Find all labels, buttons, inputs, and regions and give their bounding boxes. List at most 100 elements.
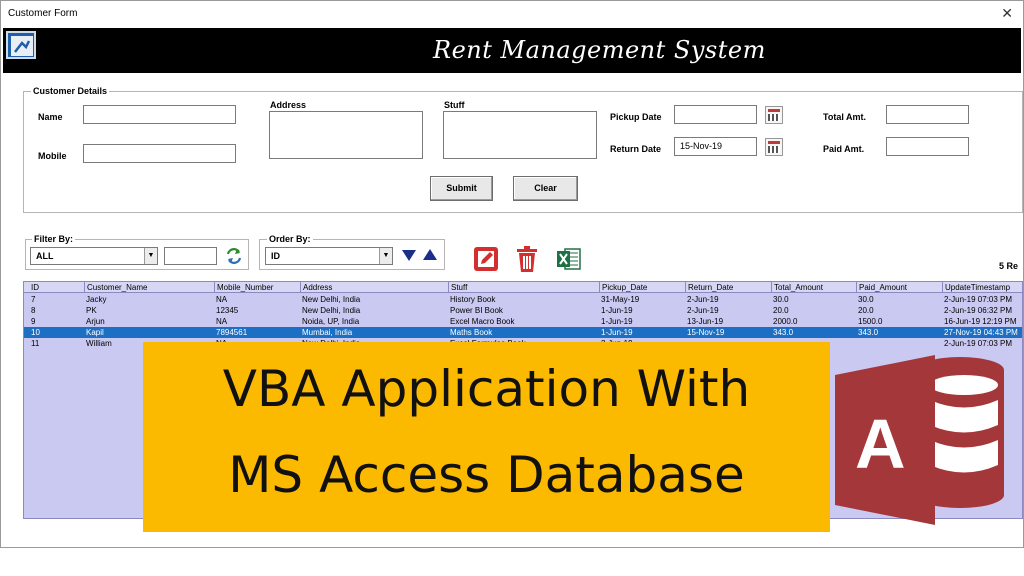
table-cell: 7 — [31, 295, 36, 304]
promo-banner: VBA Application With MS Access Database — [143, 342, 830, 532]
table-cell: Kapil — [86, 328, 104, 337]
filter-search-field[interactable] — [164, 247, 217, 265]
table-cell: 30.0 — [858, 295, 874, 304]
return-calendar-icon[interactable] — [765, 138, 783, 156]
name-field[interactable] — [83, 105, 236, 124]
return-date-label: Return Date — [610, 144, 662, 154]
excel-icon[interactable] — [556, 246, 582, 272]
table-row-selected[interactable]: 10 Kapil 7894561 Mumbai, India Maths Boo… — [24, 327, 1022, 338]
table-cell: 7894561 — [216, 328, 248, 337]
close-icon[interactable]: ✕ — [1001, 5, 1013, 22]
order-selected-value: ID — [271, 251, 280, 261]
refresh-icon[interactable] — [225, 247, 243, 265]
access-letter: A — [855, 405, 906, 483]
table-cell: 13-Jun-19 — [687, 317, 724, 326]
order-select[interactable]: ID ▼ — [265, 247, 393, 265]
table-cell: Jacky — [86, 295, 107, 304]
mobile-label: Mobile — [38, 151, 67, 161]
title-bar: Customer Form ✕ — [1, 1, 1023, 27]
column-header[interactable]: Customer_Name — [84, 282, 214, 293]
pickup-calendar-icon[interactable] — [765, 106, 783, 124]
table-cell: 30.0 — [773, 295, 789, 304]
clear-button[interactable]: Clear — [513, 176, 578, 201]
table-cell: New Delhi, India — [302, 295, 361, 304]
table-cell: 15-Nov-19 — [687, 328, 725, 337]
column-header[interactable]: Paid_Amount — [856, 282, 942, 293]
table-cell: 9 — [31, 317, 36, 326]
table-cell: 343.0 — [858, 328, 879, 337]
return-date-field[interactable]: 15-Nov-19 — [674, 137, 757, 156]
column-header[interactable]: UpdateTimestamp — [942, 282, 1022, 293]
sort-ascending-icon[interactable] — [422, 248, 438, 262]
app-title: Rent Management System — [433, 36, 766, 64]
table-cell: Noida, UP, India — [302, 317, 360, 326]
paid-amount-field[interactable] — [886, 137, 969, 156]
ms-access-icon: A — [830, 345, 1020, 535]
promo-line-2: MS Access Database — [228, 446, 745, 504]
table-cell: Power BI Book — [450, 306, 503, 315]
chevron-down-icon[interactable]: ▼ — [144, 248, 157, 264]
table-cell: 20.0 — [773, 306, 789, 315]
table-cell: 2-Jun-19 — [687, 306, 719, 315]
table-cell: 8 — [31, 306, 36, 315]
table-cell: 1-Jun-19 — [601, 317, 633, 326]
table-cell: NA — [216, 317, 228, 326]
filter-select[interactable]: ALL ▼ — [30, 247, 158, 265]
column-header[interactable]: Return_Date — [685, 282, 771, 293]
promo-line-1: VBA Application With — [222, 360, 751, 418]
customer-details-legend: Customer Details — [31, 86, 110, 96]
table-cell: 10 — [31, 328, 40, 337]
column-header[interactable]: Mobile_Number — [214, 282, 300, 293]
table-header: ID Customer_Name Mobile_Number Address S… — [24, 282, 1022, 293]
stuff-label: Stuff — [444, 100, 465, 110]
name-label: Name — [38, 112, 63, 122]
table-cell: NA — [216, 295, 228, 304]
table-cell: 12345 — [216, 306, 239, 315]
edit-icon[interactable] — [473, 246, 499, 272]
column-header[interactable]: Pickup_Date — [599, 282, 685, 293]
table-cell: Maths Book — [450, 328, 493, 337]
chevron-down-icon[interactable]: ▼ — [379, 248, 392, 264]
submit-button[interactable]: Submit — [430, 176, 493, 201]
column-header[interactable]: Address — [300, 282, 448, 293]
address-label: Address — [270, 100, 307, 110]
table-cell: 2-Jun-19 06:32 PM — [944, 306, 1013, 315]
table-cell: Excel Macro Book — [450, 317, 515, 326]
table-cell: 1500.0 — [858, 317, 883, 326]
table-cell: 343.0 — [773, 328, 794, 337]
table-cell: 1-Jun-19 — [601, 328, 633, 337]
table-cell: 16-Jun-19 12:19 PM — [944, 317, 1017, 326]
mobile-field[interactable] — [83, 144, 236, 163]
table-row[interactable]: 7 Jacky NA New Delhi, India History Book… — [24, 294, 1022, 305]
app-banner: Rent Management System — [3, 28, 1021, 73]
table-cell: PK — [86, 306, 97, 315]
column-header[interactable]: ID — [29, 282, 84, 293]
table-cell: New Delhi, India — [302, 306, 361, 315]
filter-selected-value: ALL — [36, 251, 54, 261]
stuff-field[interactable] — [443, 111, 597, 159]
column-header[interactable]: Total_Amount — [771, 282, 856, 293]
pickup-date-field[interactable] — [674, 105, 757, 124]
order-legend: Order By: — [267, 234, 313, 244]
pickup-date-label: Pickup Date — [610, 112, 662, 122]
address-field[interactable] — [269, 111, 423, 159]
window-title: Customer Form — [8, 8, 78, 19]
sort-descending-icon[interactable] — [401, 248, 417, 262]
table-cell: 27-Nov-19 04:43 PM — [944, 328, 1018, 337]
table-row[interactable]: 9 Arjun NA Noida, UP, India Excel Macro … — [24, 316, 1022, 327]
app-logo-icon — [6, 31, 36, 59]
table-cell: 2-Jun-19 — [687, 295, 719, 304]
table-cell: 2000.0 — [773, 317, 798, 326]
table-cell: 1-Jun-19 — [601, 306, 633, 315]
table-cell: 20.0 — [858, 306, 874, 315]
column-header[interactable]: Stuff — [448, 282, 599, 293]
total-amount-label: Total Amt. — [823, 112, 866, 122]
table-cell: 31-May-19 — [601, 295, 640, 304]
total-amount-field[interactable] — [886, 105, 969, 124]
delete-icon[interactable] — [514, 245, 540, 273]
paid-amount-label: Paid Amt. — [823, 144, 865, 154]
records-count: 5 Re — [999, 261, 1019, 271]
table-cell: 11 — [31, 339, 40, 348]
table-cell: Mumbai, India — [302, 328, 353, 337]
table-row[interactable]: 8 PK 12345 New Delhi, India Power BI Boo… — [24, 305, 1022, 316]
